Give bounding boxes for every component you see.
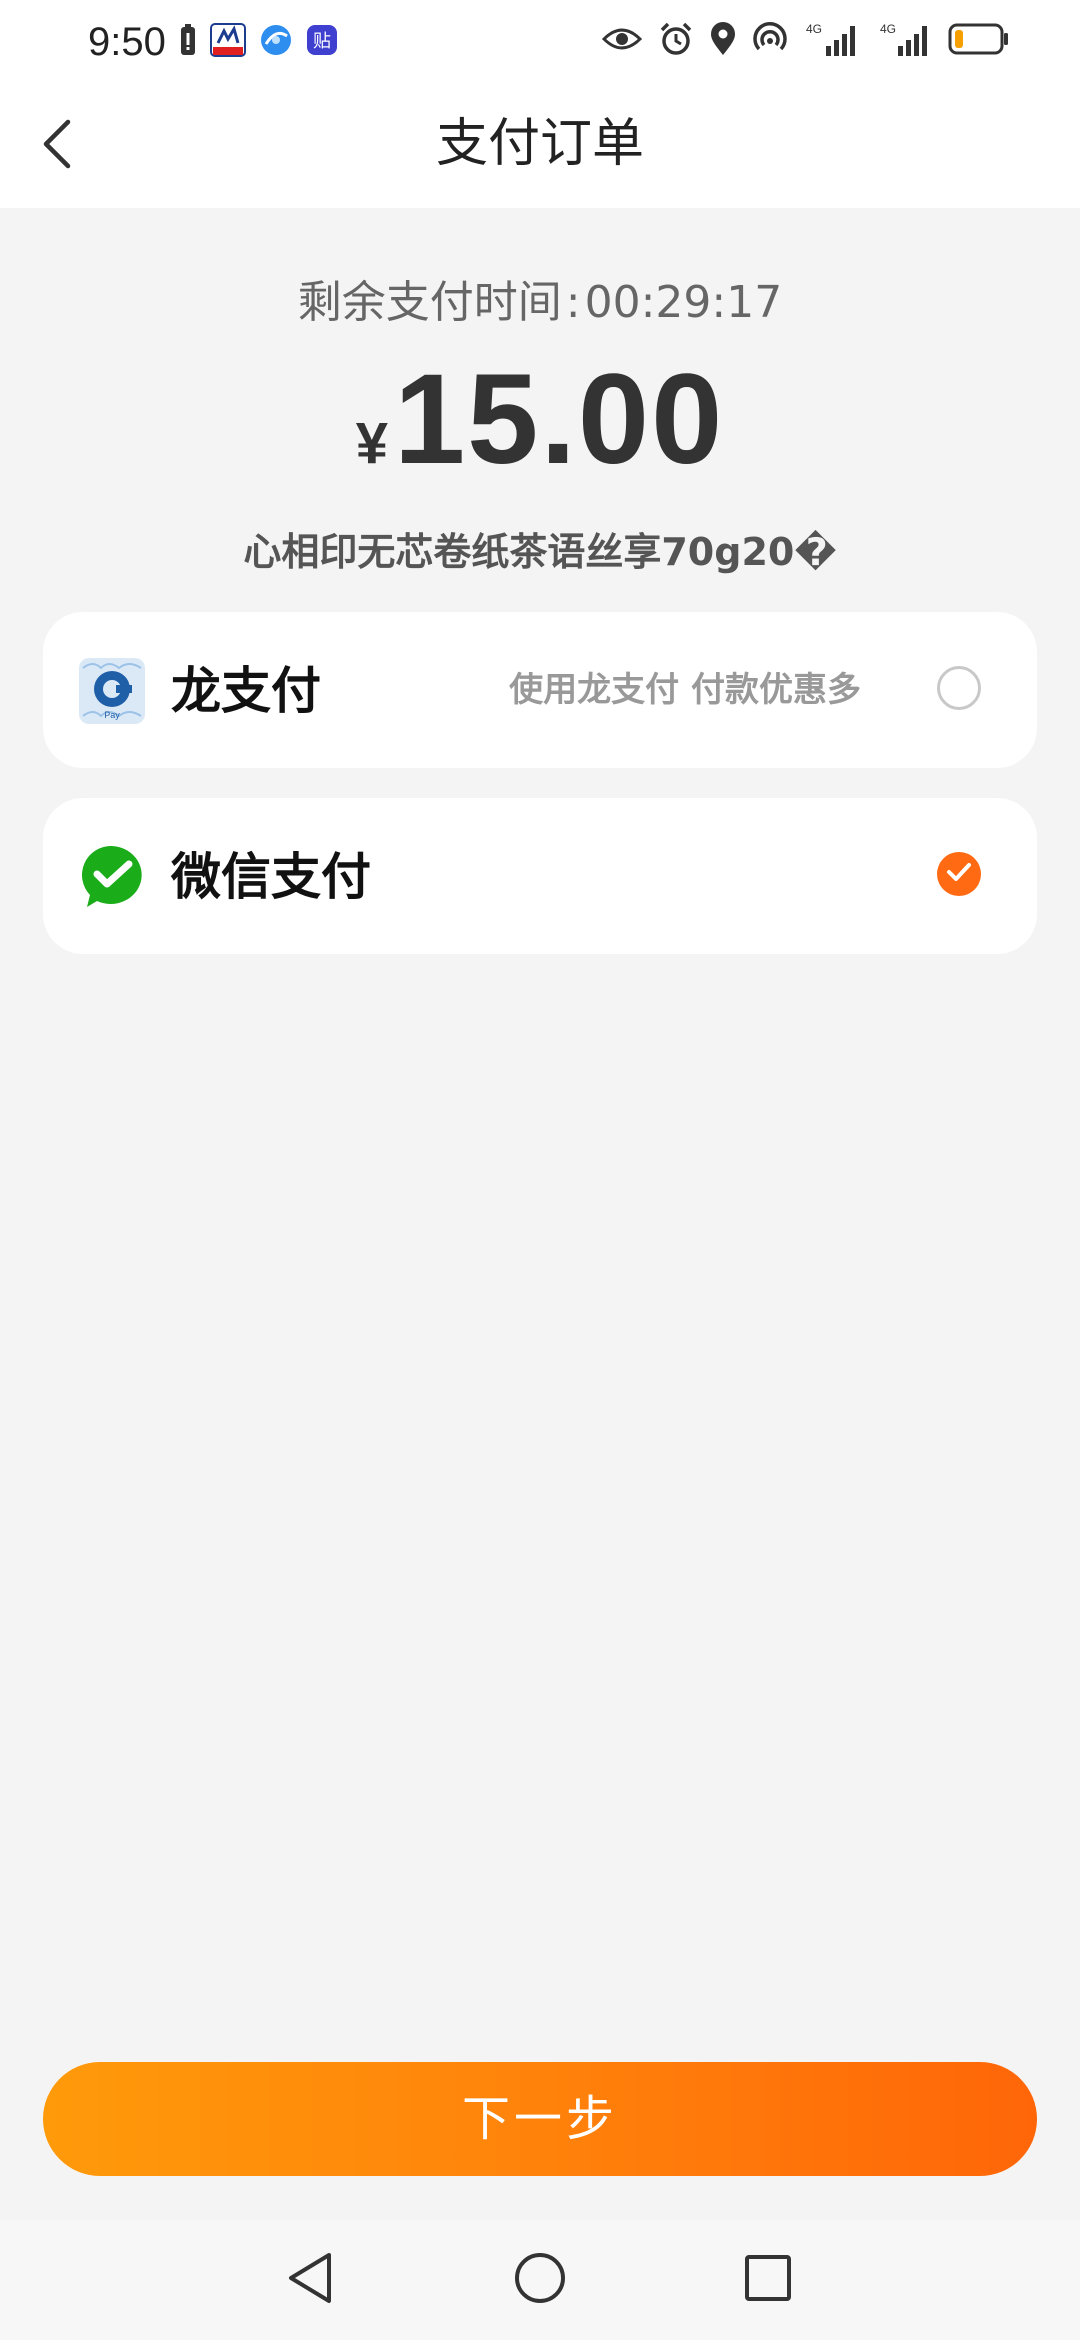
status-bar: 9:50 贴 4G 4G [0, 0, 1080, 84]
svg-text:Pay: Pay [104, 710, 120, 720]
countdown-separator: : [565, 277, 581, 328]
svg-text:4G: 4G [806, 22, 822, 36]
next-step-button[interactable]: 下一步 [43, 2062, 1037, 2176]
battery-saver-icon [180, 24, 196, 60]
calendar-app-icon [210, 23, 246, 61]
wechat-pay-icon [79, 844, 145, 910]
checkmark-icon [946, 861, 972, 887]
currency-symbol: ¥ [355, 411, 388, 476]
ccb-pay-icon: Pay [79, 658, 145, 724]
payment-option-longpay[interactable]: Pay 龙支付 使用龙支付 付款优惠多 [43, 612, 1037, 768]
payment-label: 微信支付 [171, 848, 371, 906]
payment-option-wechat[interactable]: 微信支付 [43, 798, 1037, 954]
svg-text:4G: 4G [880, 22, 896, 36]
payment-countdown: 剩余支付时间:00:29:17 [0, 268, 1080, 338]
signal-4g-icon: 4G [878, 20, 932, 62]
nav-back-button[interactable] [278, 2248, 342, 2312]
tieba-app-icon: 贴 [306, 24, 338, 60]
signal-4g-icon: 4G [804, 20, 862, 62]
nav-back-icon [285, 2251, 335, 2309]
system-nav-bar [0, 2220, 1080, 2340]
page-title: 支付订单 [435, 114, 644, 174]
order-amount: ¥15.00 [0, 350, 1080, 529]
status-right-icons: 4G 4G [601, 18, 1010, 64]
svg-text:贴: 贴 [313, 31, 331, 52]
countdown-value: 00:29:17 [584, 277, 783, 328]
battery-icon [948, 23, 1010, 59]
alarm-icon [658, 21, 694, 61]
nav-home-button[interactable] [508, 2248, 572, 2312]
browser-app-icon [260, 24, 292, 60]
countdown-label: 剩余支付时间 [297, 277, 562, 328]
status-time: 9:50 [88, 20, 166, 64]
amount-value: 15.00 [393, 348, 725, 491]
product-name: 心相印无芯卷纸茶语丝享70g20� [243, 530, 837, 574]
hotspot-icon [752, 21, 788, 61]
nav-recents-button[interactable] [736, 2248, 800, 2312]
location-icon [710, 22, 736, 60]
eye-icon [601, 25, 643, 57]
status-left-icons: 贴 [180, 22, 338, 62]
nav-home-icon [514, 2252, 566, 2308]
header: 支付订单 [0, 84, 1080, 208]
radio-selected[interactable] [937, 852, 981, 896]
radio-unselected[interactable] [937, 666, 981, 710]
payment-hint: 使用龙支付 付款优惠多 [509, 670, 861, 710]
nav-recents-icon [744, 2254, 792, 2306]
payment-label: 龙支付 [171, 662, 321, 720]
